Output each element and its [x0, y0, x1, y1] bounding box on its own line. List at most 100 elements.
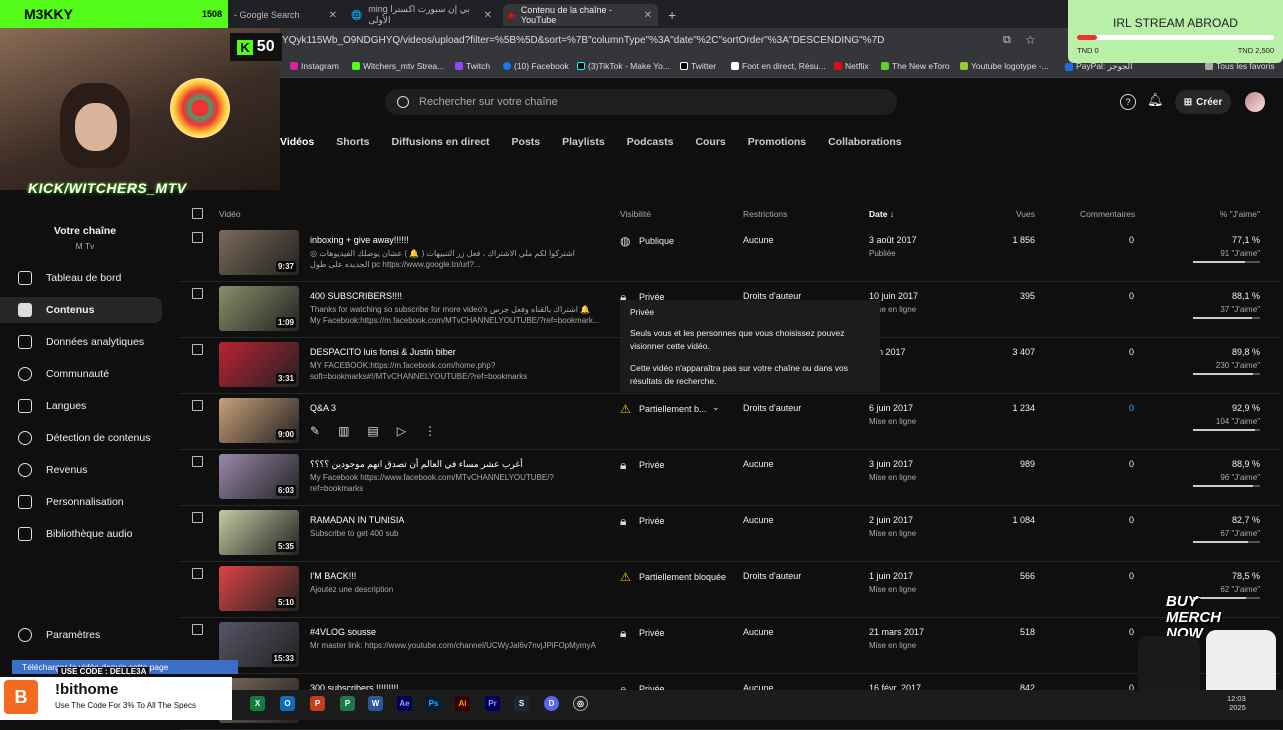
tab-posts[interactable]: Posts — [512, 136, 541, 164]
column-date[interactable]: Date ↓ — [869, 209, 894, 219]
excel-icon[interactable]: X — [250, 696, 265, 711]
sidebar-item-analytics[interactable]: Données analytiques — [0, 329, 162, 355]
tab-shorts[interactable]: Shorts — [336, 136, 369, 164]
row-checkbox[interactable] — [192, 624, 203, 635]
publisher-icon[interactable]: P — [340, 696, 355, 711]
comments-cell[interactable]: 0 — [1080, 571, 1134, 581]
youtube-icon[interactable]: ▷ — [397, 424, 406, 438]
after-effects-icon[interactable]: Ae — [397, 696, 412, 711]
sidebar-item-languages[interactable]: Langues — [0, 393, 162, 419]
url-text[interactable]: YQyk115Wb_O9NDGHYQ/videos/upload?filter=… — [282, 35, 884, 46]
analytics-icon[interactable]: ▥ — [338, 424, 349, 438]
visibility-cell[interactable]: 🔒︎ Privée — [620, 514, 665, 528]
visibility-cell[interactable]: ◍ Publique — [620, 234, 674, 248]
column-likes[interactable]: % "J'aime" — [1180, 209, 1260, 219]
search-input[interactable]: Rechercher sur votre chaîne — [385, 89, 897, 115]
comments-cell[interactable]: 0 — [1080, 347, 1134, 357]
powerpoint-icon[interactable]: P — [310, 696, 325, 711]
video-thumbnail[interactable]: 3:31 — [219, 342, 299, 387]
row-checkbox[interactable] — [192, 400, 203, 411]
discord-icon[interactable]: D — [544, 696, 559, 711]
video-title[interactable]: inboxing + give away!!!!!! — [310, 235, 409, 245]
new-tab-button[interactable]: + — [662, 4, 682, 26]
translate-icon[interactable]: ⧉ — [1003, 34, 1011, 47]
bookmark-foot[interactable]: Foot en direct, Résu... — [731, 61, 826, 71]
create-button[interactable]: ⊞ Créer — [1175, 90, 1231, 114]
illustrator-icon[interactable]: Ai — [455, 696, 470, 711]
video-thumbnail[interactable]: 6:03 — [219, 454, 299, 499]
comments-cell[interactable]: 0 — [1080, 291, 1134, 301]
premiere-icon[interactable]: Pr — [485, 696, 500, 711]
comments-cell[interactable]: 0 — [1080, 515, 1134, 525]
close-icon[interactable]: ✕ — [329, 10, 337, 21]
tab-playlists[interactable]: Playlists — [562, 136, 605, 164]
comments-icon[interactable]: ▤ — [367, 424, 378, 438]
sidebar-item-community[interactable]: Communauté — [0, 361, 162, 387]
row-checkbox[interactable] — [192, 568, 203, 579]
close-icon[interactable]: ✕ — [484, 10, 492, 21]
video-thumbnail[interactable]: 1:09 — [219, 286, 299, 331]
bookmark-twitch[interactable]: Twitch — [455, 61, 490, 71]
sidebar-item-content[interactable]: Contenus — [0, 297, 162, 323]
visibility-cell[interactable]: 🔒︎ Privée — [620, 458, 665, 472]
video-title[interactable]: 400 SUBSCRIBERS!!!! — [310, 291, 402, 301]
photoshop-icon[interactable]: Ps — [426, 696, 441, 711]
bookmark-instagram[interactable]: Instagram — [290, 61, 339, 71]
comments-cell[interactable]: 0 — [1080, 627, 1134, 637]
edit-icon[interactable]: ✎ — [310, 424, 320, 438]
bookmark-twitter[interactable]: Twitter — [680, 61, 716, 71]
sidebar-item-dashboard[interactable]: Tableau de bord — [0, 265, 162, 291]
bookmark-youtube-logo[interactable]: Youtube logotype -... — [960, 61, 1049, 71]
avatar[interactable] — [1245, 92, 1265, 112]
row-checkbox[interactable] — [192, 512, 203, 523]
tab-youtube-studio[interactable]: ▶ Contenu de la chaîne - YouTube ✕ — [503, 4, 658, 26]
help-icon[interactable]: ? — [1120, 94, 1136, 110]
video-thumbnail[interactable]: 9:00 — [219, 398, 299, 443]
visibility-cell[interactable]: ⚠ Partiellement b... — [620, 402, 707, 416]
visibility-cell[interactable]: 🔒︎ Privée — [620, 626, 665, 640]
video-title[interactable]: RAMADAN IN TUNISIA — [310, 515, 404, 525]
video-title[interactable]: #4VLOG sousse — [310, 627, 376, 637]
tab-live[interactable]: Diffusions en direct — [392, 136, 490, 164]
video-thumbnail[interactable]: 5:35 — [219, 510, 299, 555]
row-checkbox[interactable] — [192, 232, 203, 243]
table-row[interactable]: 6:03 أغرب عشر مساء في العالم أن تصدق انهم… — [180, 450, 1280, 506]
table-row[interactable]: 15:33 #4VLOG sousse Mr master link: https:… — [180, 618, 1280, 674]
bookmark-tiktok[interactable]: (3)TikTok - Make Yo... — [577, 61, 670, 71]
tab-bein[interactable]: 🌐 ming بي إن سبورت اكسترا الأولى ✕ — [345, 4, 498, 26]
tab-videos[interactable]: Vidéos — [280, 136, 314, 164]
video-thumbnail[interactable]: 9:37 — [219, 230, 299, 275]
table-row[interactable]: 5:10 I'M BACK!!! Ajoutez une description ⚠ P… — [180, 562, 1280, 618]
steam-icon[interactable]: S — [514, 696, 529, 711]
chevron-down-icon[interactable]: ⌄ — [712, 402, 720, 413]
bookmark-etoro[interactable]: The New eToro — [881, 61, 950, 71]
bookmark-facebook[interactable]: (10) Facebook — [503, 61, 569, 71]
sidebar-item-audio-library[interactable]: Bibliothèque audio — [0, 521, 162, 547]
tab-promotions[interactable]: Promotions — [748, 136, 806, 164]
table-row[interactable]: 5:35 RAMADAN IN TUNISIA Subscribe to get 4… — [180, 506, 1280, 562]
video-title[interactable]: DESPACITO luis fonsi & Justin biber — [310, 347, 456, 357]
video-title[interactable]: Q&A 3 — [310, 403, 336, 413]
sidebar-item-customization[interactable]: Personnalisation — [0, 489, 162, 515]
row-checkbox[interactable] — [192, 456, 203, 467]
sidebar-item-settings[interactable]: Paramètres — [0, 622, 162, 648]
clock[interactable]: 12:03 2025 — [1227, 694, 1246, 712]
table-row[interactable]: 9:00 Q&A 3 ⚠ Partiellement b... Droits d'aut… — [180, 394, 1280, 450]
tab-google-search[interactable]: - Google Search ✕ — [228, 4, 343, 26]
tab-courses[interactable]: Cours — [695, 136, 725, 164]
video-title[interactable]: أغرب عشر مساء في العالم أن تصدق انهم موج… — [310, 459, 523, 470]
column-comments[interactable]: Commentaires — [1080, 209, 1135, 219]
more-options-icon[interactable]: ⋮ — [424, 424, 436, 438]
star-icon[interactable]: ☆ — [1025, 33, 1036, 47]
sidebar-item-earn[interactable]: Revenus — [0, 457, 162, 483]
select-all-checkbox[interactable] — [192, 208, 203, 219]
video-thumbnail[interactable]: 5:10 — [219, 566, 299, 611]
sidebar-item-content-detection[interactable]: Détection de contenus — [0, 425, 162, 451]
visibility-cell[interactable]: ⚠ Partiellement bloquée — [620, 570, 726, 584]
bookmark-netflix[interactable]: Netflix — [834, 61, 869, 71]
comments-cell[interactable]: 0 — [1080, 403, 1134, 413]
obs-icon[interactable]: ◎ — [573, 696, 588, 711]
tab-podcasts[interactable]: Podcasts — [627, 136, 674, 164]
row-checkbox[interactable] — [192, 344, 203, 355]
row-checkbox[interactable] — [192, 288, 203, 299]
